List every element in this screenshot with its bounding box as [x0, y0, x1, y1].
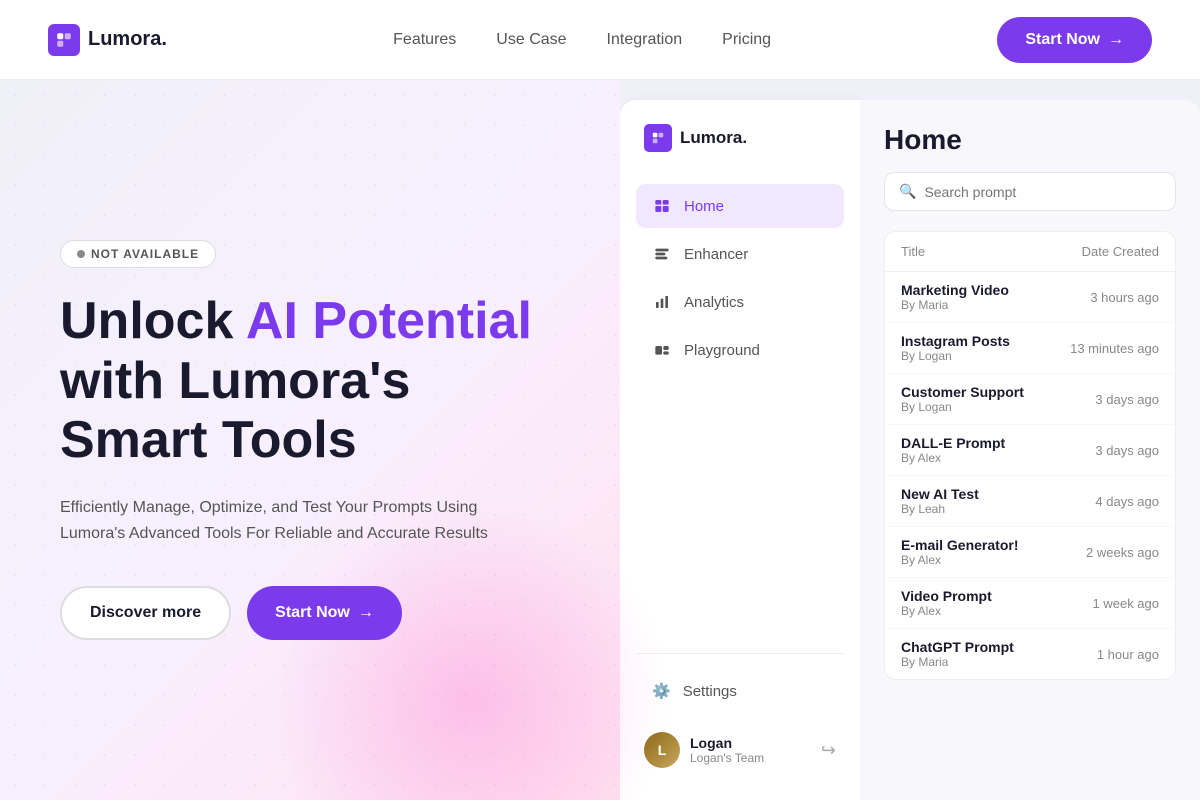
main-panel: Home 🔍 Title Date Created Marketing Vide… [860, 100, 1200, 800]
row-title: Customer Support [901, 384, 1039, 400]
row-info: Customer Support By Logan [901, 384, 1039, 414]
table-header: Title Date Created [885, 232, 1175, 272]
sidebar-nav: Home Enhancer [636, 184, 844, 653]
sidebar-logo-text: Lumora. [680, 128, 747, 148]
table-row[interactable]: Marketing Video By Maria 3 hours ago [885, 272, 1175, 323]
user-name: Logan [690, 735, 811, 751]
row-info: DALL-E Prompt By Alex [901, 435, 1039, 465]
row-info: Video Prompt By Alex [901, 588, 1039, 618]
row-title: ChatGPT Prompt [901, 639, 1039, 655]
sidebar-item-home[interactable]: Home [636, 184, 844, 228]
row-title: Instagram Posts [901, 333, 1039, 349]
user-info: Logan Logan's Team [690, 735, 811, 765]
row-date: 1 hour ago [1039, 647, 1159, 662]
row-by: By Logan [901, 400, 1039, 414]
table-row[interactable]: ChatGPT Prompt By Maria 1 hour ago [885, 629, 1175, 679]
playground-icon [652, 340, 672, 360]
sidebar-item-analytics[interactable]: Analytics [636, 280, 844, 324]
user-row: L Logan Logan's Team ↪ [636, 724, 844, 776]
table-row[interactable]: DALL-E Prompt By Alex 3 days ago [885, 425, 1175, 476]
settings-icon: ⚙️ [652, 682, 671, 700]
nav-use-case[interactable]: Use Case [496, 31, 566, 49]
row-by: By Alex [901, 553, 1039, 567]
col-title: Title [901, 244, 1039, 259]
row-by: By Logan [901, 349, 1039, 363]
row-date: 3 days ago [1039, 392, 1159, 407]
nav-integration[interactable]: Integration [607, 31, 683, 49]
row-date: 1 week ago [1039, 596, 1159, 611]
analytics-icon [652, 292, 672, 312]
start-now-button[interactable]: Start Now → [247, 586, 402, 640]
home-icon [652, 196, 672, 216]
sidebar-logo: Lumora. [636, 124, 844, 152]
header: Lumora. Features Use Case Integration Pr… [0, 0, 1200, 80]
hero-subtitle: Efficiently Manage, Optimize, and Test Y… [60, 495, 540, 546]
table-row[interactable]: Video Prompt By Alex 1 week ago [885, 578, 1175, 629]
panel-title: Home [884, 124, 1176, 156]
row-info: ChatGPT Prompt By Maria [901, 639, 1039, 669]
main-nav: Features Use Case Integration Pricing [393, 31, 771, 49]
row-by: By Alex [901, 451, 1039, 465]
row-date: 3 hours ago [1039, 290, 1159, 305]
col-date: Date Created [1039, 244, 1159, 259]
row-by: By Maria [901, 655, 1039, 669]
logo-text: Lumora. [88, 28, 167, 51]
sidebar: Lumora. Home [620, 100, 860, 800]
row-title: Video Prompt [901, 588, 1039, 604]
table-row[interactable]: New AI Test By Leah 4 days ago [885, 476, 1175, 527]
prompts-table: Title Date Created Marketing Video By Ma… [884, 231, 1176, 680]
row-by: By Alex [901, 604, 1039, 618]
not-available-badge: NOT AVAILABLE [60, 240, 216, 268]
hero-title: Unlock AI Potential with Lumora's Smart … [60, 292, 560, 471]
search-bar: 🔍 [884, 172, 1176, 211]
user-team: Logan's Team [690, 751, 811, 765]
row-date: 13 minutes ago [1039, 341, 1159, 356]
logout-icon[interactable]: ↪ [821, 740, 836, 761]
nav-features[interactable]: Features [393, 31, 456, 49]
row-info: New AI Test By Leah [901, 486, 1039, 516]
search-icon: 🔍 [899, 183, 916, 200]
row-title: New AI Test [901, 486, 1039, 502]
row-by: By Leah [901, 502, 1039, 516]
sidebar-logo-icon [644, 124, 672, 152]
row-by: By Maria [901, 298, 1039, 312]
avatar: L [644, 732, 680, 768]
sidebar-bottom: ⚙️ Settings L Logan Logan's Team ↪ [636, 653, 844, 776]
table-row[interactable]: Customer Support By Logan 3 days ago [885, 374, 1175, 425]
hero-buttons: Discover more Start Now → [60, 586, 560, 640]
row-info: Instagram Posts By Logan [901, 333, 1039, 363]
row-date: 3 days ago [1039, 443, 1159, 458]
sidebar-item-enhancer[interactable]: Enhancer [636, 232, 844, 276]
table-row[interactable]: Instagram Posts By Logan 13 minutes ago [885, 323, 1175, 374]
sidebar-settings[interactable]: ⚙️ Settings [636, 670, 844, 712]
row-date: 4 days ago [1039, 494, 1159, 509]
nav-pricing[interactable]: Pricing [722, 31, 771, 49]
row-info: Marketing Video By Maria [901, 282, 1039, 312]
logo: Lumora. [48, 24, 167, 56]
arrow-right-icon: → [358, 604, 374, 622]
enhancer-icon [652, 244, 672, 264]
table-body: Marketing Video By Maria 3 hours ago Ins… [885, 272, 1175, 679]
discover-more-button[interactable]: Discover more [60, 586, 231, 640]
search-input[interactable] [924, 184, 1161, 200]
logo-icon [48, 24, 80, 56]
row-title: Marketing Video [901, 282, 1039, 298]
sidebar-item-playground[interactable]: Playground [636, 328, 844, 372]
hero-section: NOT AVAILABLE Unlock AI Potential with L… [0, 80, 620, 800]
arrow-right-icon: → [1108, 31, 1124, 49]
row-date: 2 weeks ago [1039, 545, 1159, 560]
row-info: E-mail Generator! By Alex [901, 537, 1039, 567]
table-row[interactable]: E-mail Generator! By Alex 2 weeks ago [885, 527, 1175, 578]
app-mockup: Lumora. Home [620, 80, 1200, 800]
status-dot [77, 250, 85, 258]
row-title: DALL-E Prompt [901, 435, 1039, 451]
header-start-now-button[interactable]: Start Now → [997, 17, 1152, 63]
main-content: NOT AVAILABLE Unlock AI Potential with L… [0, 80, 1200, 800]
row-title: E-mail Generator! [901, 537, 1039, 553]
